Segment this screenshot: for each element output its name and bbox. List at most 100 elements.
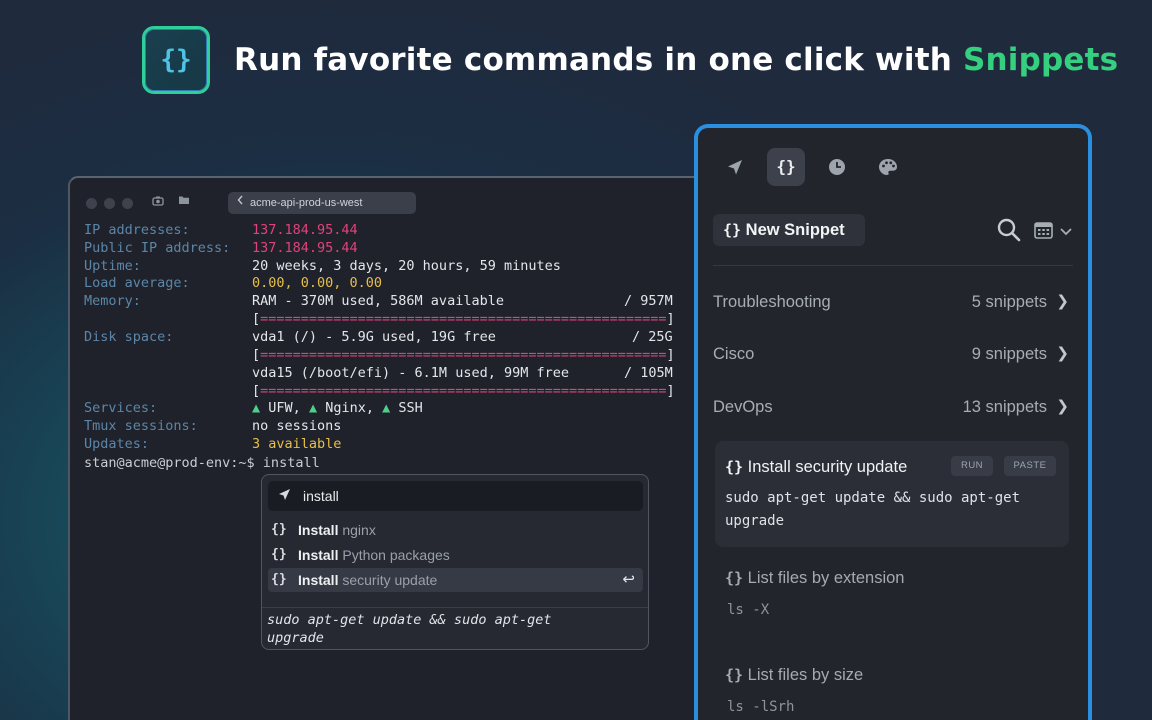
bar-fill: ========================================… <box>260 311 667 327</box>
braces-icon: {} <box>271 572 287 587</box>
load-value: 0.00, 0.00, 0.00 <box>252 275 383 291</box>
snippet-code: ls -X <box>727 602 770 618</box>
updates-value: 3 available <box>252 436 342 452</box>
window-close-button[interactable] <box>86 198 97 209</box>
tmux-label: Tmux sessions: <box>84 418 198 434</box>
bar-open: [ <box>252 347 261 363</box>
history-tab-icon[interactable] <box>818 148 856 186</box>
camera-icon[interactable] <box>150 195 166 209</box>
folder-count: 13 snippets <box>962 398 1047 416</box>
bar-fill: ========================================… <box>260 383 667 399</box>
memory-value: RAM - 370M used, 586M available <box>252 293 504 309</box>
disk2-bar: [=======================================… <box>252 383 675 399</box>
folder-troubleshooting[interactable]: Troubleshooting 5 snippets ❯ <box>713 287 1071 317</box>
new-snippet-label: New Snippet <box>745 221 845 239</box>
divider <box>713 265 1073 266</box>
braces-icon: {} <box>725 666 744 684</box>
snippet-title[interactable]: {} List files by extension <box>725 569 905 588</box>
autocomplete-item[interactable]: {} Install nginx <box>268 518 643 542</box>
rocket-tab-icon[interactable] <box>716 148 754 186</box>
folder-count: 9 snippets <box>971 345 1047 363</box>
disk2-total: / 105M <box>624 365 673 381</box>
headline: Run favorite commands in one click with … <box>234 42 1118 78</box>
search-icon[interactable] <box>996 217 1022 243</box>
paste-button[interactable]: PASTE <box>1004 456 1056 476</box>
load-label: Load average: <box>84 275 190 291</box>
headline-accent: Snippets <box>963 42 1119 78</box>
snippet-card-active[interactable]: {} Install security update RUN PASTE sud… <box>715 441 1069 547</box>
folder-name: Cisco <box>713 345 755 363</box>
braces-icon: {} <box>725 458 744 476</box>
terminal-tab-icon <box>236 192 246 214</box>
bar-close: ] <box>666 347 675 363</box>
snippet-code: ls -lSrh <box>727 699 795 715</box>
command-prompt[interactable]: stan@acme@prod-env:~$ install <box>84 455 320 473</box>
snippet-title: {} Install security update <box>725 458 908 476</box>
uptime-label: Uptime: <box>84 258 141 274</box>
terminal-tab-title: acme-api-prod-us-west <box>250 197 363 209</box>
snippets-panel: {} {} New Snippet Troubleshooting 5 snip… <box>694 124 1092 720</box>
enter-key-icon: ↩ <box>622 571 635 588</box>
tmux-value: no sessions <box>252 418 342 434</box>
window-minimize-button[interactable] <box>104 198 115 209</box>
bar-open: [ <box>252 383 261 399</box>
bar-open: [ <box>252 311 261 327</box>
calendar-icon[interactable] <box>1034 221 1054 239</box>
new-snippet-button[interactable]: {} New Snippet <box>713 214 865 246</box>
autocomplete-item-selected[interactable]: {} Install security update ↩ <box>268 568 643 592</box>
ip-label: IP addresses: <box>84 222 190 238</box>
public-ip-label: Public IP address: <box>84 240 231 256</box>
braces-icon: {} <box>271 547 287 562</box>
headline-prefix: Run favorite commands in one click with <box>234 42 963 78</box>
chevron-right-icon: ❯ <box>1056 398 1069 415</box>
up-triangle-icon: ▲ <box>382 400 391 416</box>
up-triangle-icon: ▲ <box>308 400 318 416</box>
memory-label: Memory: <box>84 293 141 309</box>
disk1-total: / 25G <box>632 329 673 345</box>
autocomplete-popup: install {} Install nginx {} Install Python… <box>261 474 649 650</box>
autocomplete-item[interactable]: {} Install Python packages <box>268 543 643 567</box>
disk1-value: vda1 (/) - 5.9G used, 19G free <box>252 329 496 345</box>
run-button[interactable]: RUN <box>951 456 993 476</box>
braces-icon: {} <box>271 522 287 537</box>
terminal-tab[interactable]: acme-api-prod-us-west <box>228 192 416 214</box>
autocomplete-input[interactable]: install <box>268 481 643 511</box>
snippet-code: sudo apt-get update && sudo apt-get upgra… <box>725 490 1021 529</box>
snippets-logo-icon: {} <box>142 26 210 94</box>
snippet-title[interactable]: {} List files by size <box>725 666 863 685</box>
ip-value: 137.184.95.44 <box>252 222 358 238</box>
chevron-down-icon[interactable] <box>1059 224 1073 236</box>
folder-devops[interactable]: DevOps 13 snippets ❯ <box>713 392 1071 422</box>
chevron-right-icon: ❯ <box>1056 345 1069 362</box>
bar-close: ] <box>666 383 675 399</box>
services-value: ▲ UFW, ▲ Nginx, ▲ SSH <box>252 400 423 416</box>
folder-cisco[interactable]: Cisco 9 snippets ❯ <box>713 339 1071 369</box>
window-maximize-button[interactable] <box>122 198 133 209</box>
chevron-right-icon: ❯ <box>1056 293 1069 310</box>
autocomplete-query: install <box>303 488 339 504</box>
services-label: Services: <box>84 400 158 416</box>
palette-tab-icon[interactable] <box>869 148 907 186</box>
divider <box>262 607 648 608</box>
uptime-value: 20 weeks, 3 days, 20 hours, 59 minutes <box>252 258 561 274</box>
up-triangle-icon: ▲ <box>252 400 261 416</box>
braces-icon: {} <box>723 221 742 239</box>
disk-label: Disk space: <box>84 329 174 345</box>
updates-label: Updates: <box>84 436 150 452</box>
public-ip-value: 137.184.95.44 <box>252 240 358 256</box>
bar-fill: ========================================… <box>260 347 667 363</box>
disk2-value: vda15 (/boot/efi) - 6.1M used, 99M free <box>252 365 569 381</box>
page-header: {} Run favorite commands in one click wi… <box>142 26 1118 94</box>
snippets-tab[interactable]: {} <box>767 148 805 186</box>
rocket-icon <box>278 488 291 504</box>
braces-icon: {} <box>725 569 744 587</box>
folder-name: Troubleshooting <box>713 293 831 311</box>
disk1-bar: [=======================================… <box>252 347 675 363</box>
folder-icon[interactable] <box>176 195 192 209</box>
memory-total: / 957M <box>624 293 673 309</box>
memory-bar: [=======================================… <box>252 311 675 327</box>
folder-count: 5 snippets <box>971 293 1047 311</box>
folder-name: DevOps <box>713 398 773 416</box>
bar-close: ] <box>666 311 675 327</box>
command-preview: sudo apt-get update && sudo apt-get upgr… <box>267 612 552 646</box>
